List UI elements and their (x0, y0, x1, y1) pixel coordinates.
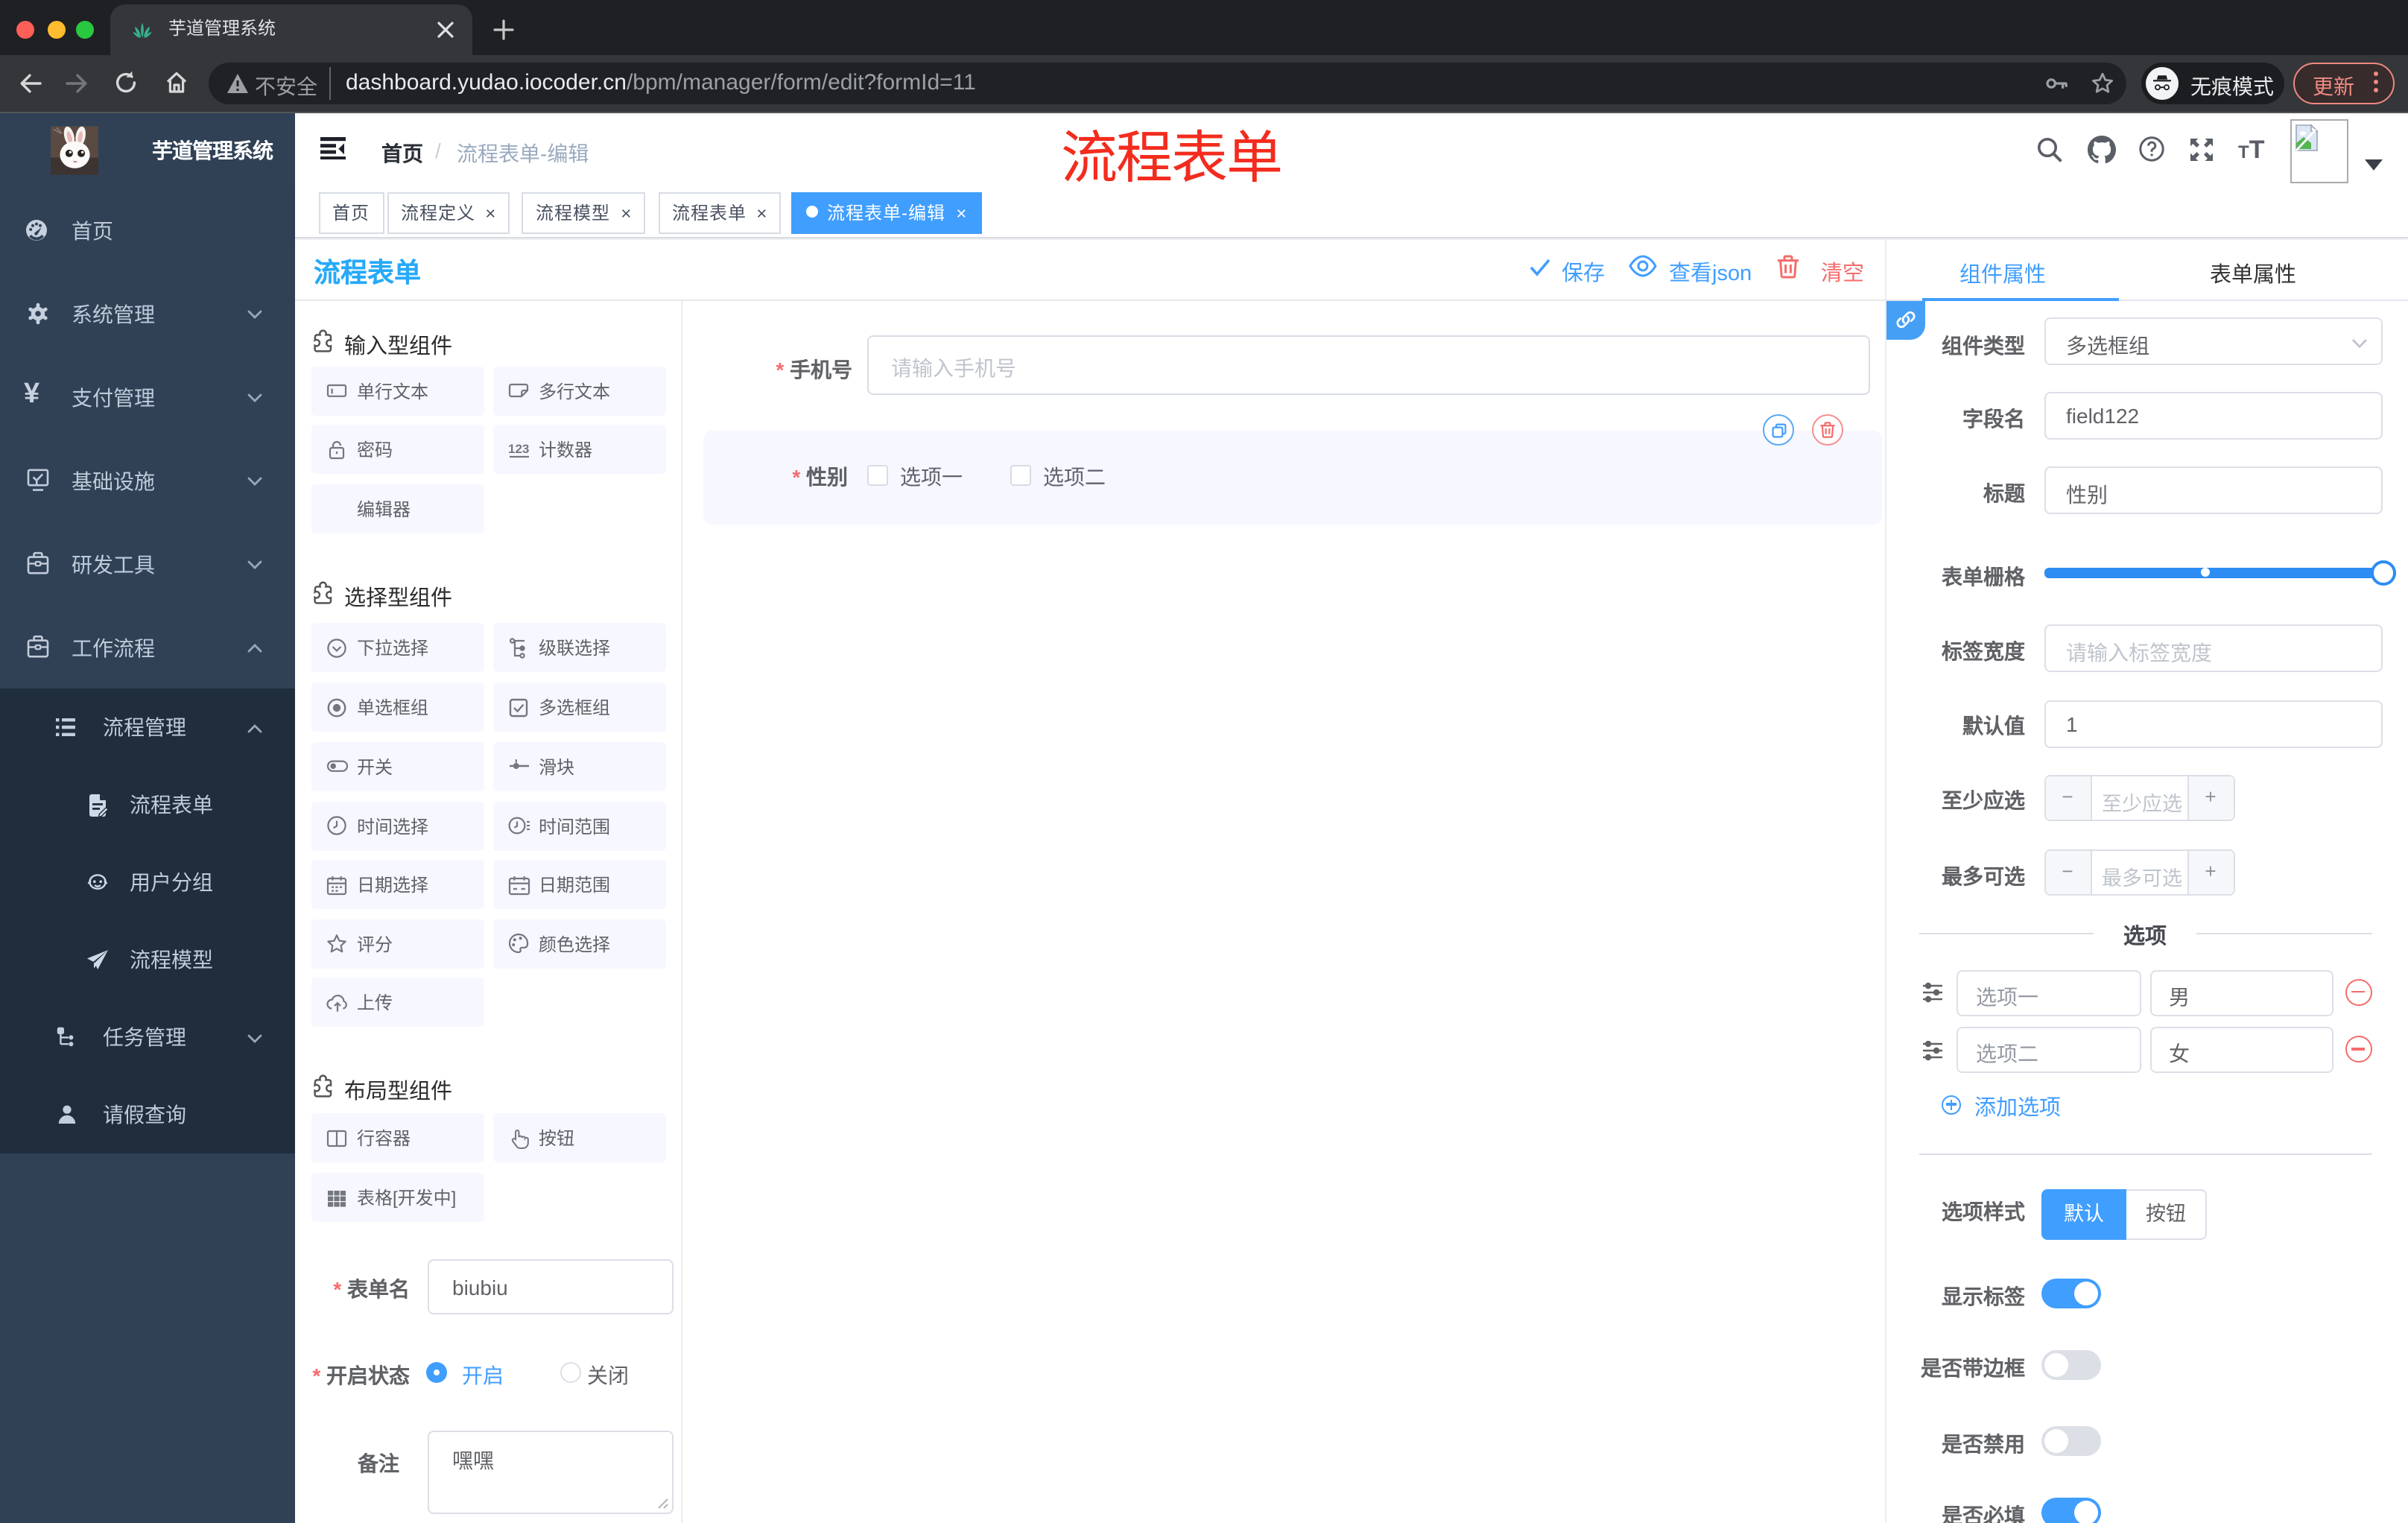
svg-text:123: 123 (507, 441, 528, 455)
